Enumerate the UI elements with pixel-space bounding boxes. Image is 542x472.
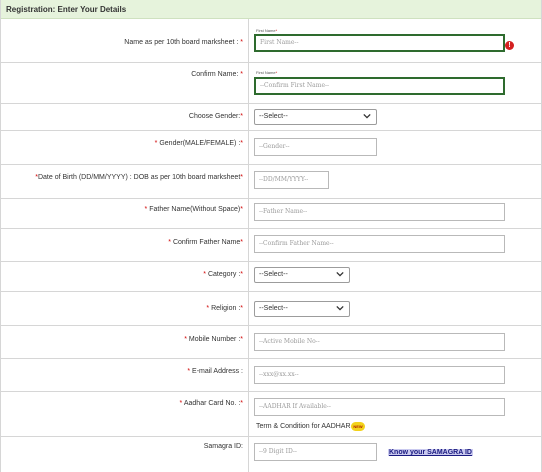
- aadhar-input[interactable]: --AADHAR If Available--: [254, 398, 505, 416]
- tiny-label-first-name: First Name*: [256, 28, 278, 33]
- gender-text-input[interactable]: --Gender--: [254, 138, 377, 156]
- confirm-first-name-input[interactable]: --Confirm First Name--: [254, 77, 505, 95]
- chevron-down-icon: [336, 271, 344, 277]
- label-confirm-father: * Confirm Father Name*: [168, 239, 243, 246]
- first-name-input[interactable]: First Name--: [254, 34, 505, 52]
- aadhar-terms-link[interactable]: Term & Condition for AADHAR: [256, 423, 351, 430]
- label-father-name: * Father Name(Without Space)*: [144, 206, 243, 213]
- label-dob: *Date of Birth (DD/MM/YYYY) : DOB as per…: [35, 174, 243, 181]
- father-name-input[interactable]: --Father Name--: [254, 203, 505, 221]
- tiny-label-confirm-first-name: First Name*: [256, 70, 278, 75]
- chevron-down-icon: [363, 113, 371, 119]
- label-confirm-name: Confirm Name: *: [191, 71, 243, 78]
- dob-input[interactable]: --DD/MM/YYYY--: [254, 171, 329, 189]
- label-name: Name as per 10th board marksheet : *: [124, 39, 243, 46]
- chevron-down-icon: [336, 305, 344, 311]
- category-select[interactable]: --Select--: [254, 267, 350, 283]
- new-badge: NEW: [351, 422, 365, 431]
- error-icon: !: [505, 41, 514, 50]
- confirm-father-name-input[interactable]: --Confirm Father Name--: [254, 235, 505, 253]
- label-aadhar: * Aadhar Card No. :*: [179, 400, 243, 407]
- registration-form: Registration: Enter Your Details Name as…: [0, 0, 542, 472]
- label-religion: * Religion :*: [206, 305, 243, 312]
- samagra-input[interactable]: --9 Digit ID--: [254, 443, 377, 461]
- know-samagra-link[interactable]: Know your SAMAGRA ID: [388, 449, 473, 456]
- form-title: Registration: Enter Your Details: [6, 5, 127, 14]
- label-email: * E-mail Address :: [187, 368, 243, 375]
- form-header: Registration: Enter Your Details: [1, 0, 541, 19]
- religion-select[interactable]: --Select--: [254, 301, 350, 317]
- email-input[interactable]: --xxx@xx.xx--: [254, 366, 505, 384]
- label-samagra: Samagra ID:: [203, 443, 243, 450]
- label-choose-gender: Choose Gender:*: [188, 113, 243, 120]
- label-gender-text: * Gender(MALE/FEMALE) :*: [154, 140, 243, 147]
- label-mobile: * Mobile Number :*: [184, 336, 243, 343]
- gender-select[interactable]: --Select--: [254, 109, 377, 125]
- mobile-input[interactable]: --Active Mobile No--: [254, 333, 505, 351]
- label-category: * Category :*: [203, 271, 243, 278]
